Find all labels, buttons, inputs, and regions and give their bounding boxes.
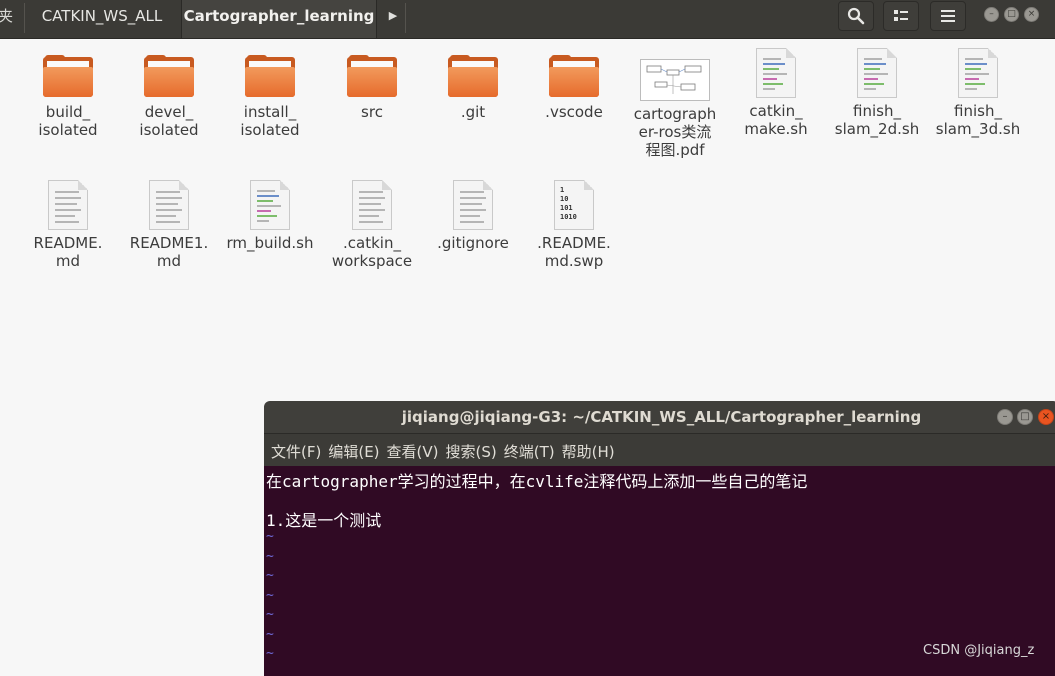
script-file-icon (857, 48, 897, 98)
menu-edit[interactable]: 编辑(E) (328, 441, 379, 462)
item-label: catkin_ make.sh (744, 102, 808, 138)
folder-icon (43, 55, 93, 99)
folder-item[interactable]: .vscode (524, 55, 624, 121)
item-label: devel_ isolated (139, 103, 199, 139)
item-label: README1. md (129, 234, 209, 270)
menu-button[interactable] (930, 1, 966, 31)
item-label: .git (460, 103, 486, 121)
terminal-window[interactable]: jiqiang@jiqiang-G3: ~/CATKIN_WS_ALL/Cart… (264, 401, 1055, 676)
folder-item[interactable]: .git (423, 55, 523, 121)
item-label: rm_build.sh (226, 234, 314, 252)
item-label: .gitignore (437, 234, 509, 252)
menu-view[interactable]: 查看(V) (387, 441, 439, 462)
folder-icon (347, 55, 397, 99)
tab-divider (405, 3, 406, 33)
text-file-icon (149, 180, 189, 230)
folder-item[interactable]: install_ isolated (220, 55, 320, 139)
view-toggle-button[interactable] (883, 1, 919, 31)
search-icon (847, 7, 865, 25)
item-label: cartograph er-ros类流 程图.pdf (633, 105, 717, 159)
tab-cartographer-learning[interactable]: Cartographer_learning (181, 0, 377, 38)
vim-tilde: ~ (266, 549, 274, 564)
file-item[interactable]: .gitignore (423, 180, 523, 252)
tab-partial[interactable]: 夹 (0, 0, 14, 38)
vim-tilde: ~ (266, 627, 274, 642)
terminal-title: jiqiang@jiqiang-G3: ~/CATKIN_WS_ALL/Cart… (401, 408, 922, 426)
folder-item[interactable]: build_ isolated (18, 55, 118, 139)
vim-tilde: ~ (266, 568, 274, 583)
terminal-line: 1.这是一个测试 (266, 511, 382, 530)
binary-glyph: 1 10 101 1010 (560, 186, 577, 221)
vim-tilde: ~ (266, 529, 274, 544)
tab-catkin-ws-all[interactable]: CATKIN_WS_ALL (26, 0, 178, 38)
text-file-icon (453, 180, 493, 230)
tab-scroll-right-icon[interactable]: ▶ (380, 0, 406, 38)
item-label: install_ isolated (240, 103, 300, 139)
script-file-icon (958, 48, 998, 98)
terminal-minimize-icon[interactable]: – (997, 409, 1013, 425)
item-label: README. md (33, 234, 103, 270)
folder-icon (144, 55, 194, 99)
search-button[interactable] (838, 1, 874, 31)
text-file-icon (352, 180, 392, 230)
item-label: build_ isolated (38, 103, 98, 139)
item-label: finish_ slam_2d.sh (834, 102, 920, 138)
hamburger-menu-icon (941, 10, 955, 22)
vim-tilde: ~ (266, 588, 274, 603)
tab-divider (24, 3, 25, 33)
vim-tilde: ~ (266, 607, 274, 622)
terminal-close-icon[interactable]: × (1038, 409, 1054, 425)
file-manager-header: 夹 CATKIN_WS_ALL Cartographer_learning ▶ … (0, 0, 1055, 39)
file-item[interactable]: finish_ slam_3d.sh (928, 48, 1028, 138)
item-label: .vscode (545, 103, 603, 121)
terminal-line: 在cartographer学习的过程中，在cvlife注释代码上添加一些自己的笔… (266, 472, 808, 491)
item-label: .README. md.swp (537, 234, 611, 270)
file-item[interactable]: README1. md (119, 180, 219, 270)
menu-terminal[interactable]: 终端(T) (504, 441, 555, 462)
script-file-icon (250, 180, 290, 230)
menu-search[interactable]: 搜索(S) (446, 441, 497, 462)
file-item[interactable]: rm_build.sh (220, 180, 320, 252)
file-item[interactable]: cartograph er-ros类流 程图.pdf (625, 55, 725, 159)
folder-icon (245, 55, 295, 99)
watermark: CSDN @Jiqiang_z (923, 643, 1035, 658)
file-item[interactable]: catkin_ make.sh (726, 48, 826, 138)
close-icon[interactable]: × (1024, 7, 1039, 22)
folder-icon (448, 55, 498, 99)
menu-help[interactable]: 帮助(H) (562, 441, 615, 462)
vim-tilde: ~ (266, 646, 274, 661)
terminal-titlebar[interactable]: jiqiang@jiqiang-G3: ~/CATKIN_WS_ALL/Cart… (264, 401, 1055, 434)
menu-file[interactable]: 文件(F) (271, 441, 321, 462)
minimize-icon[interactable]: – (984, 7, 999, 22)
pdf-thumbnail-icon (640, 59, 710, 101)
file-item[interactable]: finish_ slam_2d.sh (827, 48, 927, 138)
file-item[interactable]: .catkin_ workspace (322, 180, 422, 270)
text-file-icon (48, 180, 88, 230)
maximize-icon[interactable]: □ (1004, 7, 1019, 22)
terminal-menubar: 文件(F) 编辑(E) 查看(V) 搜索(S) 终端(T) 帮助(H) (264, 434, 1055, 466)
folder-item[interactable]: devel_ isolated (119, 55, 219, 139)
file-item[interactable]: 1 10 101 1010 .README. md.swp (524, 180, 624, 270)
item-label: src (361, 103, 383, 121)
folder-icon (549, 55, 599, 99)
file-item[interactable]: README. md (18, 180, 118, 270)
folder-item[interactable]: src (322, 55, 422, 121)
view-toggle-icon (894, 10, 908, 21)
terminal-maximize-icon[interactable]: □ (1017, 409, 1033, 425)
binary-file-icon: 1 10 101 1010 (554, 180, 594, 230)
item-label: .catkin_ workspace (331, 234, 413, 270)
item-label: finish_ slam_3d.sh (935, 102, 1021, 138)
script-file-icon (756, 48, 796, 98)
